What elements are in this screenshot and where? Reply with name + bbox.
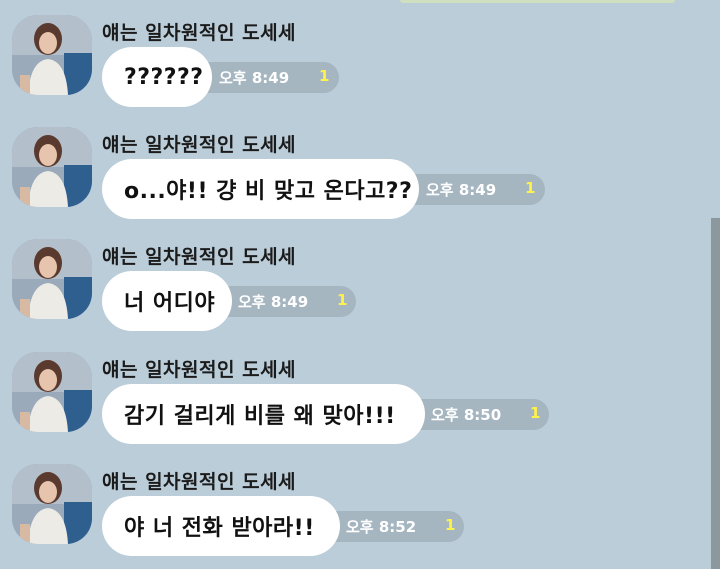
message-meta: 오후 8:49 1 [190,62,339,93]
sender-avatar[interactable] [12,352,92,432]
sender-avatar[interactable] [12,464,92,544]
message-time: 오후 8:49 [219,69,290,87]
chat-message: 얘는 일차원적인 도세세 너 어디야 오후 8:49 1 [0,224,710,336]
message-bubble[interactable]: 감기 걸리게 비를 왜 맞아!!! [102,384,425,444]
message-time: 오후 8:50 [431,406,502,424]
unread-count: 1 [530,404,541,422]
unread-count: 1 [319,67,330,85]
sender-avatar[interactable] [12,15,92,95]
sender-name: 얘는 일차원적인 도세세 [102,471,297,493]
sender-avatar[interactable] [12,239,92,319]
chat-message: 얘는 일차원적인 도세세 o...야!! 걍 비 맞고 온다고?? 오후 8:4… [0,112,710,224]
sender-name: 얘는 일차원적인 도세세 [102,22,297,44]
message-meta: 오후 8:49 1 [397,174,545,205]
message-bubble[interactable]: ?????? [102,47,212,107]
message-bubble[interactable]: o...야!! 걍 비 맞고 온다고?? [102,159,419,219]
message-time: 오후 8:49 [238,293,309,311]
chat-message: 얘는 일차원적인 도세세 감기 걸리게 비를 왜 맞아!!! 오후 8:50 1 [0,337,710,449]
unread-count: 1 [525,179,536,197]
chat-scrollbar[interactable] [711,218,720,569]
chat-message: 얘는 일차원적인 도세세 야 너 전화 받아라!! 오후 8:52 1 [0,449,710,561]
message-bubble[interactable]: 야 너 전화 받아라!! [102,496,340,556]
message-bubble[interactable]: 너 어디야 [102,271,232,331]
sender-avatar[interactable] [12,127,92,207]
message-time: 오후 8:52 [346,518,417,536]
chat-message: 얘는 일차원적인 도세세 ?????? 오후 8:49 1 [0,0,710,112]
sender-name: 얘는 일차원적인 도세세 [102,134,297,156]
message-time: 오후 8:49 [426,181,497,199]
sender-name: 얘는 일차원적인 도세세 [102,246,297,268]
unread-count: 1 [445,516,456,534]
sender-name: 얘는 일차원적인 도세세 [102,359,297,381]
unread-count: 1 [337,291,348,309]
